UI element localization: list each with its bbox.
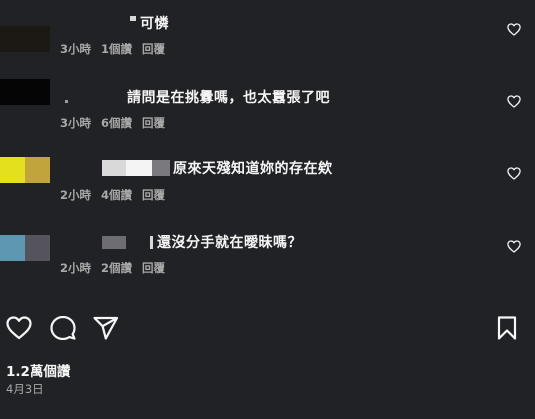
comment-like-count[interactable]: 1個讚: [101, 42, 132, 56]
comment-like-button[interactable]: [507, 23, 521, 36]
post-like-count[interactable]: 1.2萬個讚: [6, 360, 70, 380]
comment-like-button[interactable]: [507, 240, 521, 253]
comment-time: 2小時: [60, 188, 92, 202]
comment-text: 還沒分手就在曖昧嗎？: [157, 235, 302, 251]
redacted-username: [65, 100, 68, 103]
post-date: 4月3日: [6, 382, 44, 396]
redacted-username: [130, 16, 136, 21]
comment-meta: 3小時 6個讚 回覆: [60, 115, 175, 131]
reply-button[interactable]: 回覆: [142, 116, 165, 130]
redacted-username: [102, 160, 126, 176]
post-comments-view: 可憐 3小時 1個讚 回覆 請問是在挑釁嗎，也太囂張了吧 3小時 6個讚 回覆 原來天殘…: [0, 0, 535, 419]
share-button[interactable]: [93, 316, 119, 340]
heart-icon: [6, 316, 32, 340]
heart-icon: [507, 167, 521, 180]
comment-meta: 3小時 1個讚 回覆: [60, 41, 175, 57]
avatar[interactable]: [0, 157, 50, 183]
comment-meta: 2小時 2個讚 回覆: [60, 260, 175, 276]
comment-like-count[interactable]: 4個讚: [101, 188, 132, 202]
comment-time: 3小時: [60, 42, 92, 56]
comment-time: 3小時: [60, 116, 92, 130]
redacted-username: [150, 236, 153, 249]
heart-icon: [507, 23, 521, 36]
reply-button[interactable]: 回覆: [142, 261, 165, 275]
heart-icon: [507, 95, 521, 108]
comment-text: 請問是在挑釁嗎，也太囂張了吧: [127, 90, 330, 106]
like-post-button[interactable]: [6, 316, 32, 340]
comment-like-button[interactable]: [507, 95, 521, 108]
avatar[interactable]: [0, 26, 50, 52]
comment-button[interactable]: [50, 316, 76, 340]
comment-icon: [50, 316, 76, 340]
comment-text: 可憐: [140, 16, 169, 32]
avatar[interactable]: [0, 235, 50, 261]
comment-text: 原來天殘知道妳的存在欸: [173, 161, 333, 177]
share-icon: [93, 316, 119, 340]
comment-like-button[interactable]: [507, 167, 521, 180]
reply-button[interactable]: 回覆: [142, 42, 165, 56]
save-button[interactable]: [497, 316, 523, 340]
redacted-username: [102, 236, 126, 249]
heart-icon: [507, 240, 521, 253]
comment-meta: 2小時 4個讚 回覆: [60, 187, 175, 203]
avatar[interactable]: [0, 79, 50, 105]
reply-button[interactable]: 回覆: [142, 188, 165, 202]
comment-time: 2小時: [60, 261, 92, 275]
redacted-username: [152, 160, 170, 176]
bookmark-icon: [497, 316, 517, 340]
comment-like-count[interactable]: 6個讚: [101, 116, 132, 130]
comment-like-count[interactable]: 2個讚: [101, 261, 132, 275]
post-action-bar: [0, 316, 535, 340]
redacted-username: [126, 160, 152, 176]
